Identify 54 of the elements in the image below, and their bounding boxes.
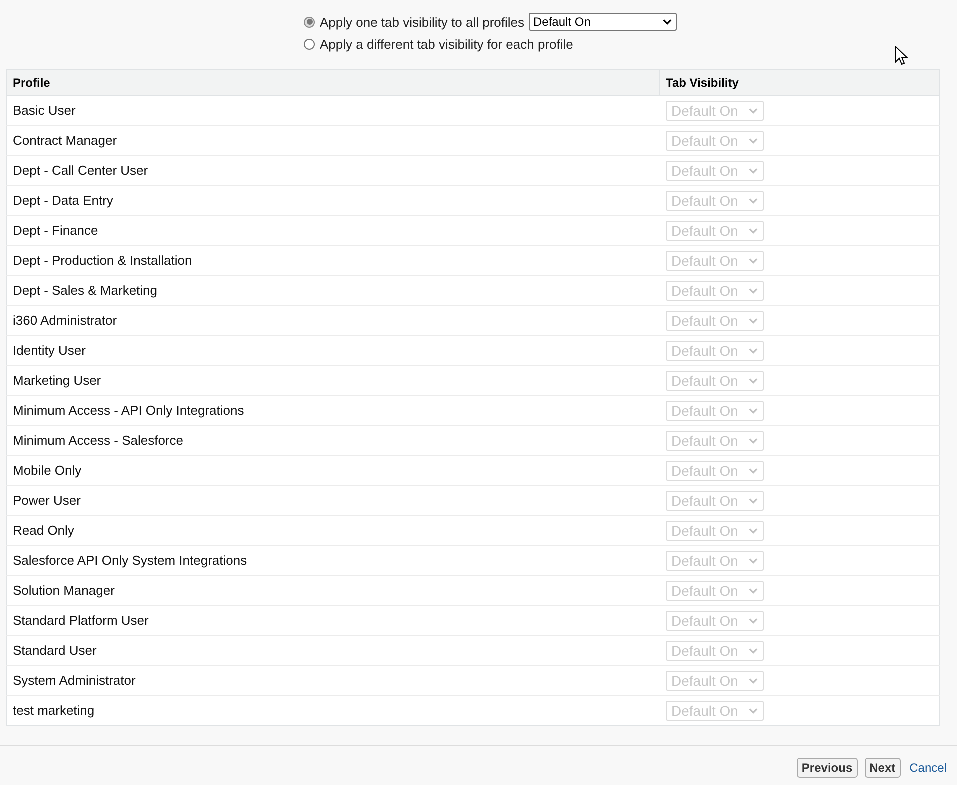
table-cell: Standard Platform User bbox=[6, 606, 660, 636]
table-cell: Dept - Call Center User bbox=[6, 156, 660, 186]
caret-icon bbox=[748, 378, 758, 384]
column-header: Profile bbox=[6, 70, 660, 96]
caret-icon bbox=[748, 198, 758, 204]
caret-icon bbox=[748, 708, 758, 714]
caret-icon bbox=[748, 588, 758, 594]
caret-icon bbox=[748, 648, 758, 654]
table-cell: Read Only bbox=[6, 516, 660, 546]
cancel-link[interactable]: Cancel bbox=[910, 761, 947, 775]
caret-icon bbox=[748, 108, 758, 114]
caret-icon bbox=[748, 528, 758, 534]
caret-icon bbox=[748, 288, 758, 294]
caret-icon bbox=[748, 168, 758, 174]
table-cell: Dept - Sales & Marketing bbox=[6, 276, 660, 306]
caret-icon bbox=[748, 468, 758, 474]
table-cell: Mobile Only bbox=[6, 456, 660, 486]
table-cell: Dept - Finance bbox=[6, 216, 660, 246]
option-label: Apply a different tab visibility for each profile bbox=[320, 36, 574, 52]
caret-icon bbox=[748, 318, 758, 324]
table-cell: Standard User bbox=[6, 636, 660, 666]
table-cell: Minimum Access - Salesforce bbox=[6, 426, 660, 456]
table-cell: Basic User bbox=[6, 96, 660, 126]
table-cell: Dept - Data Entry bbox=[6, 186, 660, 216]
table-cell: Identity User bbox=[6, 336, 660, 366]
table-cell: Solution Manager bbox=[6, 576, 660, 606]
visibility-dropdown[interactable]: Default On bbox=[528, 13, 676, 31]
caret-icon bbox=[748, 258, 758, 264]
radio-button[interactable] bbox=[304, 16, 315, 28]
nav-button[interactable]: Previous bbox=[796, 758, 858, 778]
table-cell: Minimum Access - API Only Integrations bbox=[6, 396, 660, 426]
caret-icon bbox=[748, 228, 758, 234]
cursor-icon bbox=[895, 46, 908, 66]
column-header: Tab Visibility bbox=[660, 70, 940, 96]
caret-icon bbox=[748, 348, 758, 354]
caret-icon bbox=[662, 19, 672, 25]
table-cell: Contract Manager bbox=[6, 126, 660, 156]
table-cell: Power User bbox=[6, 486, 660, 516]
table-cell: Salesforce API Only System Integrations bbox=[6, 546, 660, 576]
caret-icon bbox=[748, 408, 758, 414]
radio-button[interactable] bbox=[304, 38, 315, 50]
caret-icon bbox=[748, 558, 758, 564]
caret-icon bbox=[748, 678, 758, 684]
table-cell: Dept - Production & Installation bbox=[6, 246, 660, 276]
caret-icon bbox=[748, 138, 758, 144]
table-cell: i360 Administrator bbox=[6, 306, 660, 336]
table-cell: Marketing User bbox=[6, 366, 660, 396]
caret-icon bbox=[748, 498, 758, 504]
nav-button[interactable]: Next bbox=[864, 758, 901, 778]
table-cell: test marketing bbox=[6, 696, 660, 726]
option-label: Apply one tab visibility to all profiles bbox=[320, 14, 524, 30]
caret-icon bbox=[748, 438, 758, 444]
table-cell: System Administrator bbox=[6, 666, 660, 696]
caret-icon bbox=[748, 618, 758, 624]
